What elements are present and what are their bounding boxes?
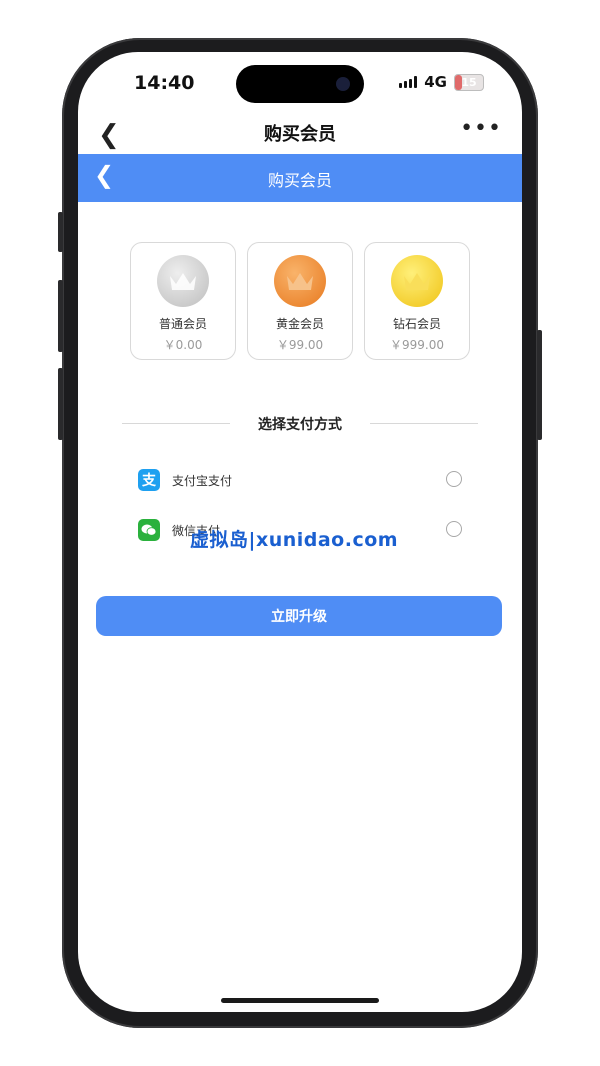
volume-down-button (58, 368, 63, 440)
home-indicator[interactable] (221, 998, 379, 1003)
status-indicators: 4G 15 (399, 73, 484, 91)
top-navigation: ❮ 购买会员 ••• (78, 114, 522, 154)
battery-icon: 15 (454, 73, 484, 91)
membership-card-regular[interactable]: 普通会员 ￥0.00 (130, 242, 236, 360)
payment-section-title: 选择支付方式 (258, 417, 342, 433)
membership-name: 普通会员 (158, 317, 207, 331)
alipay-icon: 支 (138, 469, 160, 491)
membership-options: 普通会员 ￥0.00 黄金会员 ￥99.00 钻石会员 ￥999.00 (130, 242, 470, 360)
payment-option-alipay[interactable]: 支 支付宝支付 (138, 467, 462, 493)
crown-medal-icon (157, 255, 209, 307)
upgrade-button[interactable]: 立即升级 (96, 596, 502, 636)
page-title: 购买会员 (264, 124, 336, 145)
payment-radio[interactable] (446, 471, 462, 487)
signal-icon (399, 76, 418, 88)
header-title: 购买会员 (267, 171, 332, 190)
more-icon[interactable]: ••• (460, 116, 502, 141)
power-button (537, 330, 542, 440)
watermark: 虚拟岛|xunidao.com (190, 529, 399, 551)
network-type: 4G (424, 73, 447, 91)
membership-price: ￥999.00 (390, 338, 444, 352)
camera-icon (336, 77, 350, 91)
divider (370, 423, 478, 424)
volume-up-button (58, 280, 63, 352)
status-time: 14:40 (134, 72, 195, 94)
membership-name: 钻石会员 (392, 317, 441, 331)
membership-price: ￥99.00 (276, 338, 324, 352)
payment-section-header: 选择支付方式 (122, 412, 478, 436)
membership-name: 黄金会员 (275, 317, 324, 331)
membership-card-gold[interactable]: 黄金会员 ￥99.00 (247, 242, 353, 360)
crown-medal-icon (274, 255, 326, 307)
header-bar: ❮ 购买会员 (78, 154, 522, 202)
action-button (58, 212, 63, 252)
payment-radio[interactable] (446, 521, 462, 537)
payment-label: 支付宝支付 (172, 474, 233, 488)
crown-medal-icon (391, 255, 443, 307)
membership-card-diamond[interactable]: 钻石会员 ￥999.00 (364, 242, 470, 360)
membership-price: ￥0.00 (163, 338, 203, 352)
phone-screen: 14:40 4G 15 ❮ 购买会员 ••• ❮ 购买会员 普通会员 ￥0.00 (78, 52, 522, 1012)
dynamic-island (236, 65, 364, 103)
battery-level: 15 (461, 75, 477, 89)
wechat-icon (138, 519, 160, 541)
